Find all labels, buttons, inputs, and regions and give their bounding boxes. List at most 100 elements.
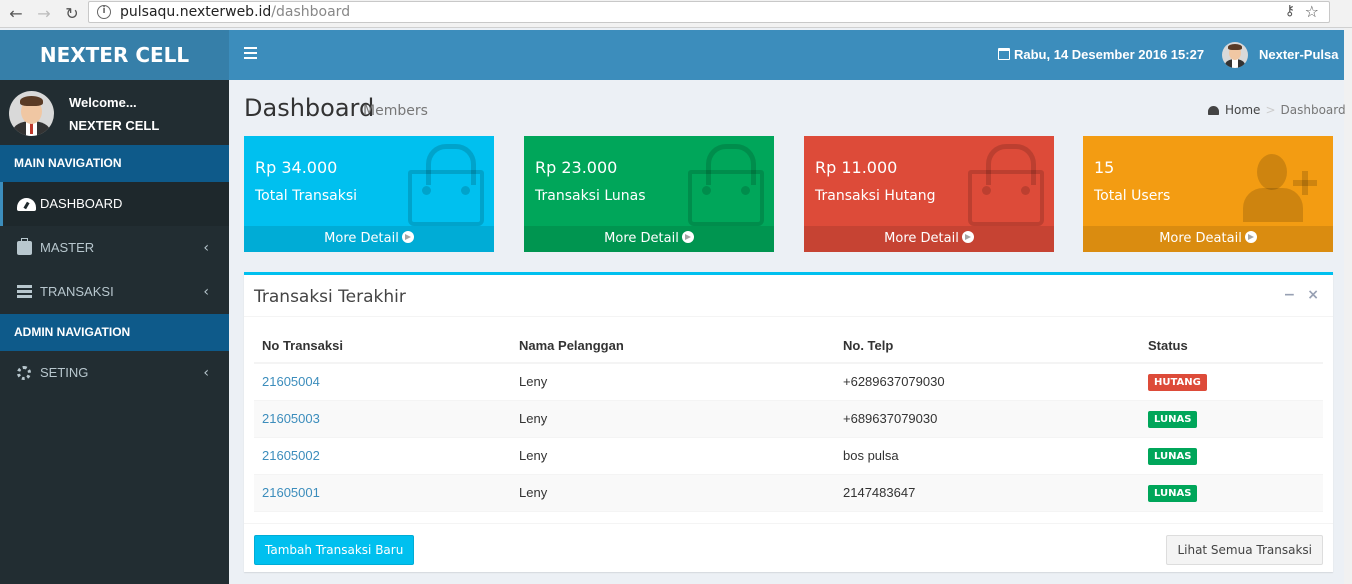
transaction-link[interactable]: 21605002 <box>262 448 320 463</box>
box-value: Rp 11.000 <box>815 158 898 177</box>
cell-no-transaksi: 21605004 <box>254 363 511 401</box>
cell-telp: 2147483647 <box>835 474 1140 512</box>
column-header-no-transaksi: No Transaksi <box>254 329 511 364</box>
small-box-inner: Rp 11.000 Transaksi Hutang <box>804 136 1054 226</box>
box-value: Rp 23.000 <box>535 158 618 177</box>
cell-no-transaksi: 21605001 <box>254 474 511 512</box>
transaction-link[interactable]: 21605003 <box>262 411 320 426</box>
top-navbar: Rabu, 14 Desember 2016 15:27 Nexter-Puls… <box>229 30 1344 80</box>
box-label: Total Transaksi <box>255 188 358 204</box>
small-box-inner: 15 Total Users <box>1083 136 1333 226</box>
cell-status: LUNAS <box>1140 400 1323 438</box>
shop-name: NEXTER CELL <box>69 118 160 133</box>
transactions-table: No Transaksi Nama Pelanggan No. Telp Sta… <box>254 329 1323 512</box>
date-text: Rabu, 14 Desember 2016 15:27 <box>1014 47 1205 62</box>
transaction-link[interactable]: 21605001 <box>262 485 320 500</box>
close-icon[interactable]: × <box>1307 287 1319 303</box>
small-box-inner: Rp 23.000 Transaksi Lunas <box>524 136 774 226</box>
sidebar-item-seting[interactable]: SETING ‹ <box>0 351 229 395</box>
dashboard-home-icon <box>1208 106 1219 115</box>
bookmark-star-icon[interactable]: ☆ <box>1305 2 1319 21</box>
url-host: pulsaqu.nexterweb.id <box>120 4 272 20</box>
breadcrumb-separator: > <box>1265 103 1276 117</box>
more-detail-link[interactable]: More Deatail <box>1083 226 1333 252</box>
forward-icon[interactable]: → <box>34 4 54 24</box>
info-icon[interactable]: i <box>97 5 111 19</box>
gears-icon <box>17 366 31 380</box>
key-icon[interactable]: ⚷ <box>1285 3 1295 19</box>
more-detail-link[interactable]: More Detail <box>244 226 494 252</box>
cell-telp: bos pulsa <box>835 437 1140 475</box>
column-header-no-telp: No. Telp <box>835 329 1140 364</box>
breadcrumb: Home > Dashboard <box>1208 103 1346 117</box>
arrow-circle-right-icon <box>401 231 414 243</box>
cell-status: LUNAS <box>1140 437 1323 475</box>
page-subtitle: Members <box>363 103 428 119</box>
sidebar-item-label: MASTER <box>40 240 95 255</box>
admin-navigation-header: ADMIN NAVIGATION <box>0 314 229 351</box>
recent-transactions-panel: Transaksi Terakhir − × No Transaksi Nama … <box>244 272 1333 572</box>
box-label: Transaksi Lunas <box>535 188 646 204</box>
main-navigation-header: MAIN NAVIGATION <box>0 145 229 182</box>
shopping-bag-icon <box>688 144 764 226</box>
arrow-circle-right-icon <box>961 231 974 243</box>
avatar <box>1222 42 1248 68</box>
user-menu[interactable]: Nexter-Pulsa <box>1222 30 1338 80</box>
arrow-circle-right-icon <box>1244 231 1257 243</box>
sidebar: Welcome... NEXTER CELL MAIN NAVIGATION D… <box>0 80 229 584</box>
small-box-total-users: 15 Total Users More Deatail <box>1083 136 1333 252</box>
status-badge: LUNAS <box>1148 410 1198 428</box>
small-box-inner: Rp 34.000 Total Transaksi <box>244 136 494 226</box>
current-date: Rabu, 14 Desember 2016 15:27 <box>998 30 1204 80</box>
user-panel: Welcome... NEXTER CELL <box>0 80 229 145</box>
url-path: /dashboard <box>271 4 351 20</box>
sidebar-item-transaksi[interactable]: TRANSAKSI ‹ <box>0 270 229 314</box>
transaction-link[interactable]: 21605004 <box>262 374 320 389</box>
small-box-transaksi-hutang: Rp 11.000 Transaksi Hutang More Detail <box>804 136 1054 252</box>
cell-nama: Leny <box>511 437 835 475</box>
user-plus-icon <box>1243 154 1317 226</box>
arrow-circle-right-icon <box>681 231 694 243</box>
more-detail-link[interactable]: More Detail <box>804 226 1054 252</box>
cell-nama: Leny <box>511 474 835 512</box>
more-detail-link[interactable]: More Detail <box>524 226 774 252</box>
shopping-bag-icon <box>408 144 484 226</box>
sidebar-item-label: TRANSAKSI <box>40 284 114 299</box>
hamburger-menu-icon[interactable] <box>244 47 257 63</box>
app-root: ← → ↻ i pulsaqu.nexterweb.id/dashboard ⚷… <box>0 0 1352 584</box>
table-row: 21605003 Leny +689637079030 LUNAS <box>254 400 1323 438</box>
list-icon <box>17 285 32 299</box>
more-detail-label: More Detail <box>604 231 679 246</box>
url-text[interactable]: pulsaqu.nexterweb.id/dashboard <box>120 4 350 20</box>
cell-telp: +6289637079030 <box>835 363 1140 401</box>
panel-divider <box>244 316 1333 317</box>
chevron-left-icon: ‹ <box>203 240 209 256</box>
dashboard-icon <box>17 198 36 211</box>
sidebar-item-dashboard[interactable]: DASHBOARD <box>0 182 229 226</box>
add-transaction-button[interactable]: Tambah Transaksi Baru <box>254 535 415 565</box>
sidebar-item-label: SETING <box>40 365 89 380</box>
status-badge: LUNAS <box>1148 447 1198 465</box>
panel-tools: − × <box>1272 287 1319 303</box>
sidebar-item-master[interactable]: MASTER ‹ <box>0 226 229 270</box>
small-box-total-transaksi: Rp 34.000 Total Transaksi More Detail <box>244 136 494 252</box>
breadcrumb-home[interactable]: Home <box>1225 103 1260 117</box>
minimize-icon[interactable]: − <box>1284 287 1296 303</box>
box-value: 15 <box>1094 158 1115 177</box>
view-all-transactions-button[interactable]: Lihat Semua Transaksi <box>1166 535 1323 565</box>
cell-no-transaksi: 21605003 <box>254 400 511 438</box>
briefcase-icon <box>17 238 32 255</box>
more-detail-label: More Detail <box>884 231 959 246</box>
more-detail-label: More Detail <box>324 231 399 246</box>
user-avatar <box>9 91 54 136</box>
reload-icon[interactable]: ↻ <box>62 4 82 24</box>
cell-telp: +689637079030 <box>835 400 1140 438</box>
page-title: Dashboard <box>244 94 375 122</box>
app-logo[interactable]: NEXTER CELL <box>0 30 229 80</box>
cell-nama: Leny <box>511 400 835 438</box>
address-bar[interactable]: i pulsaqu.nexterweb.id/dashboard ⚷ ☆ <box>88 1 1330 23</box>
table-row: 21605004 Leny +6289637079030 HUTANG <box>254 363 1323 401</box>
status-badge: LUNAS <box>1148 484 1198 502</box>
back-icon[interactable]: ← <box>6 4 26 24</box>
column-header-nama-pelanggan: Nama Pelanggan <box>511 329 835 364</box>
